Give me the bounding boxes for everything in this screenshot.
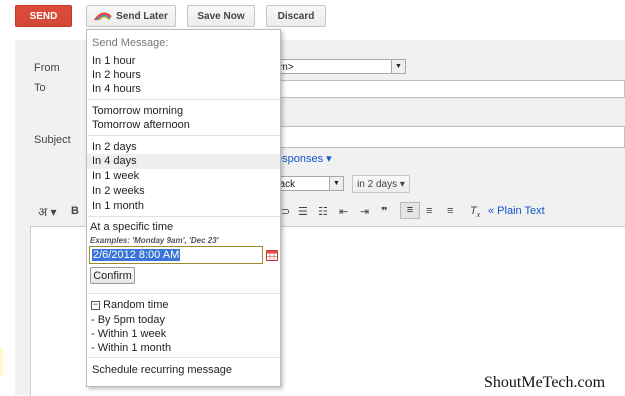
align-left-icon[interactable]: ≡: [400, 202, 420, 219]
confirm-button[interactable]: Confirm: [90, 267, 135, 284]
chevron-down-icon: ▼: [391, 60, 405, 73]
plain-text-link[interactable]: « Plain Text: [488, 205, 545, 217]
menu-item-in-1-week[interactable]: In 1 week: [92, 170, 139, 182]
align-center-icon[interactable]: ≡: [426, 205, 432, 217]
bold-icon[interactable]: B: [71, 205, 79, 217]
followup-delay-label: in 2 days: [357, 178, 398, 190]
confirm-label: Confirm: [93, 269, 132, 282]
menu-item-within-1-week[interactable]: - Within 1 week: [91, 328, 166, 340]
menu-divider: [87, 99, 280, 100]
menu-divider: [87, 357, 280, 358]
save-now-button[interactable]: Save Now: [187, 5, 255, 27]
left-edge-marker: [0, 348, 3, 376]
menu-item-within-1-month[interactable]: - Within 1 month: [91, 342, 171, 354]
collapse-icon: −: [91, 298, 100, 310]
indent-more-icon[interactable]: ⇥: [360, 205, 369, 218]
menu-item-in-4-days[interactable]: In 4 days: [92, 155, 137, 167]
responses-link-text: esponses: [276, 153, 324, 165]
subject-input[interactable]: [280, 126, 625, 148]
from-select[interactable]: om> ▼: [270, 59, 406, 74]
chevron-down-icon: ▼: [329, 177, 343, 190]
subject-label: Subject: [34, 134, 71, 146]
canned-responses-link[interactable]: esponses ▾: [276, 152, 332, 165]
to-label: To: [34, 82, 46, 94]
menu-divider: [87, 216, 280, 217]
align-right-icon[interactable]: ≡: [447, 205, 453, 217]
menu-item-in-2-days[interactable]: In 2 days: [92, 141, 137, 153]
quote-icon[interactable]: ❞: [381, 205, 387, 218]
menu-item-by-5pm-today[interactable]: - By 5pm today: [91, 314, 165, 326]
watermark: ShoutMeTech.com: [484, 374, 606, 391]
menu-item-tomorrow-afternoon[interactable]: Tomorrow afternoon: [92, 119, 190, 131]
discard-label: Discard: [277, 10, 315, 22]
specific-time-title: At a specific time: [90, 221, 174, 233]
send-button[interactable]: SEND: [15, 5, 72, 27]
specific-time-examples: Examples: 'Monday 9am', 'Dec 23': [90, 236, 219, 245]
menu-item-in-1-month[interactable]: In 1 month: [92, 200, 144, 212]
from-label: From: [34, 62, 60, 74]
menu-header: Send Message:: [92, 37, 169, 49]
menu-item-schedule-recurring[interactable]: Schedule recurring message: [92, 364, 232, 376]
specific-time-input[interactable]: 2/6/2012 8:00 AM: [89, 246, 263, 264]
discard-button[interactable]: Discard: [266, 5, 326, 27]
send-later-button[interactable]: Send Later: [86, 5, 176, 27]
boomerang-logo-icon: [94, 12, 112, 21]
random-time-toggle[interactable]: − Random time: [91, 299, 168, 311]
menu-item-in-2-hours[interactable]: In 2 hours: [92, 69, 141, 81]
link-icon[interactable]: ⊃: [281, 205, 290, 218]
menu-item-tomorrow-morning[interactable]: Tomorrow morning: [92, 105, 183, 117]
menu-item-in-2-weeks[interactable]: In 2 weeks: [92, 185, 145, 197]
bulleted-list-icon[interactable]: ☷: [318, 205, 328, 218]
send-label: SEND: [29, 10, 58, 22]
send-later-menu: Send Message: In 1 hour In 2 hours In 4 …: [86, 29, 281, 387]
followup-delay-button[interactable]: in 2 days ▾: [352, 175, 410, 193]
followup-select[interactable]: back ▼: [270, 176, 344, 191]
to-input[interactable]: [280, 80, 625, 98]
save-now-label: Save Now: [197, 10, 245, 22]
numbered-list-icon[interactable]: ☰: [298, 205, 308, 218]
menu-divider: [87, 293, 280, 294]
calendar-icon[interactable]: [266, 250, 278, 261]
input-tools-icon[interactable]: अ ▾: [38, 203, 57, 220]
remove-formatting-icon[interactable]: Tx: [470, 205, 480, 219]
menu-divider: [87, 135, 280, 136]
lang-glyph: अ: [38, 205, 48, 219]
specific-time-input-value: 2/6/2012 8:00 AM: [92, 249, 181, 261]
random-time-label: Random time: [103, 299, 169, 311]
send-later-label: Send Later: [116, 10, 168, 22]
menu-item-in-4-hours[interactable]: In 4 hours: [92, 83, 141, 95]
indent-less-icon[interactable]: ⇤: [339, 205, 348, 218]
menu-item-in-1-hour[interactable]: In 1 hour: [92, 55, 135, 67]
